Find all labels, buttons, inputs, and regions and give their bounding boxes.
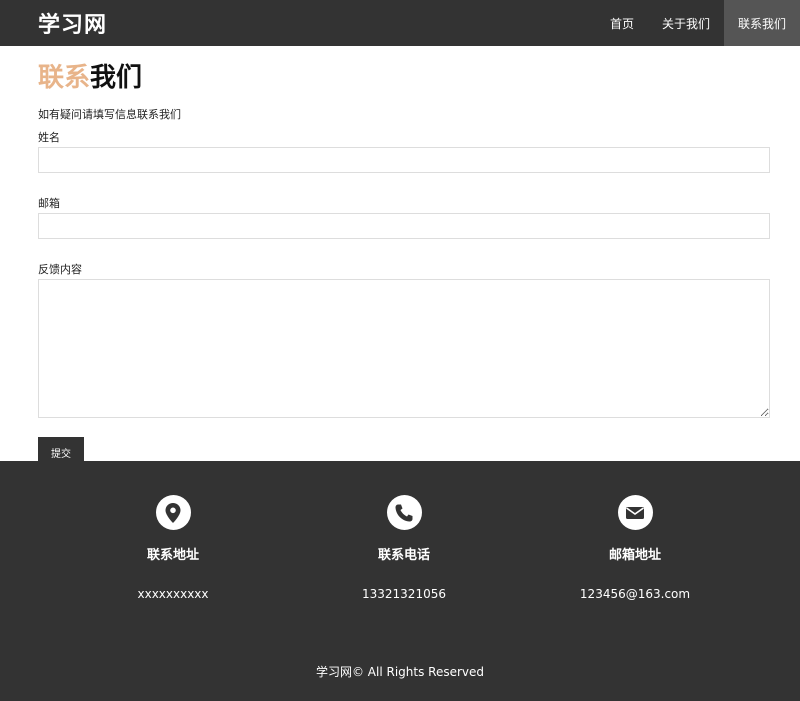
page-title-accent: 联系 xyxy=(38,63,91,93)
email-input[interactable] xyxy=(38,213,770,239)
footer-column-email: 邮箱地址 123456@163.com xyxy=(570,495,700,601)
phone-title: 联系电话 xyxy=(377,548,430,563)
page-title-rest: 我们 xyxy=(90,63,143,93)
name-label: 姓名 xyxy=(38,131,60,144)
site-header: 学习网 首页 关于我们 联系我们 xyxy=(0,0,800,46)
email-value: 123456@163.com xyxy=(579,587,691,601)
page-subtitle: 如有疑问请填写信息联系我们 xyxy=(38,108,181,121)
main-nav: 首页 关于我们 联系我们 xyxy=(596,0,800,46)
email-title: 邮箱地址 xyxy=(608,548,661,563)
site-logo[interactable]: 学习网 xyxy=(38,7,107,39)
address-value: xxxxxxxxxx xyxy=(137,587,209,601)
footer-column-address: 联系地址 xxxxxxxxxx xyxy=(108,495,238,601)
nav-item-contact[interactable]: 联系我们 xyxy=(723,0,800,46)
footer-contact-columns: 联系地址 xxxxxxxxxx 联系电话 13321321056 邮箱地址 12… xyxy=(0,495,800,601)
phone-icon xyxy=(386,495,422,530)
envelope-icon xyxy=(617,495,653,530)
address-title: 联系地址 xyxy=(146,548,199,563)
email-label: 邮箱 xyxy=(38,197,60,210)
copyright-text: 学习网© All Rights Reserved xyxy=(315,665,485,679)
name-input[interactable] xyxy=(38,147,770,173)
page-title: 联系我们 xyxy=(38,60,770,96)
contact-form-section: 联系我们 如有疑问请填写信息联系我们 姓名 邮箱 反馈内容 提交 xyxy=(0,60,800,467)
footer-column-phone: 联系电话 13321321056 xyxy=(339,495,469,601)
phone-value: 13321321056 xyxy=(362,587,446,601)
nav-item-about[interactable]: 关于我们 xyxy=(648,0,724,46)
feedback-label: 反馈内容 xyxy=(38,263,82,276)
feedback-textarea[interactable] xyxy=(38,279,770,418)
location-pin-icon xyxy=(155,495,191,530)
site-footer: 联系地址 xxxxxxxxxx 联系电话 13321321056 邮箱地址 12… xyxy=(0,461,800,701)
nav-item-home[interactable]: 首页 xyxy=(596,0,648,46)
